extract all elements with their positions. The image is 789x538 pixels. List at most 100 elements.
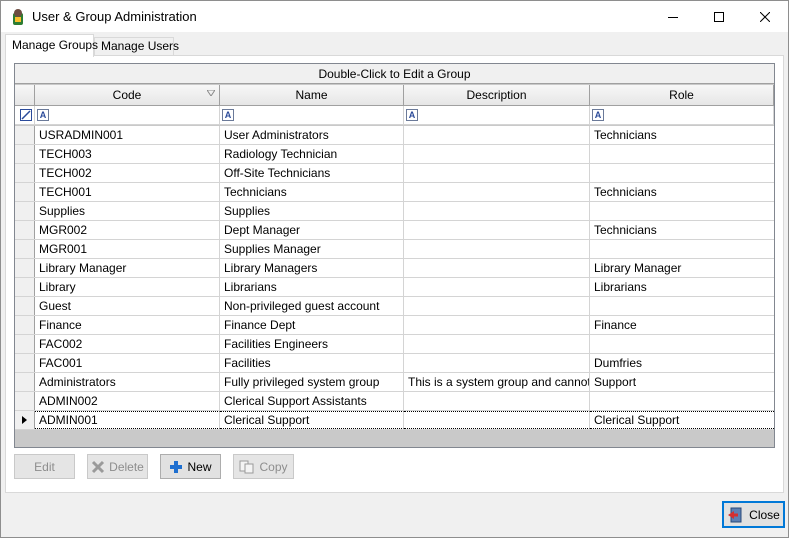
- table-row[interactable]: FAC001 Facilities Dumfries: [15, 354, 774, 373]
- cell-name[interactable]: Library Managers: [220, 259, 404, 277]
- cell-code[interactable]: FAC001: [35, 354, 220, 372]
- table-row[interactable]: TECH001 Technicians Technicians: [15, 183, 774, 202]
- row-selector[interactable]: [15, 335, 35, 353]
- table-row[interactable]: MGR002 Dept Manager Technicians: [15, 221, 774, 240]
- title-bar[interactable]: User & Group Administration: [1, 1, 788, 32]
- cell-code[interactable]: TECH001: [35, 183, 220, 201]
- row-selector[interactable]: [15, 411, 35, 429]
- cell-description[interactable]: [404, 354, 590, 372]
- text-filter-icon[interactable]: A: [37, 109, 49, 121]
- cell-description[interactable]: [404, 278, 590, 296]
- cell-description[interactable]: [404, 297, 590, 315]
- cell-name[interactable]: Librarians: [220, 278, 404, 296]
- cell-role[interactable]: Library Manager: [590, 259, 774, 277]
- cell-role[interactable]: [590, 202, 774, 220]
- cell-name[interactable]: Finance Dept: [220, 316, 404, 334]
- cell-code[interactable]: TECH003: [35, 145, 220, 163]
- cell-code[interactable]: Finance: [35, 316, 220, 334]
- cell-description[interactable]: [404, 164, 590, 182]
- tab-manage-groups[interactable]: Manage Groups: [5, 34, 98, 57]
- cell-description[interactable]: [404, 221, 590, 239]
- close-button[interactable]: Close: [722, 501, 785, 528]
- row-selector[interactable]: [15, 164, 35, 182]
- cell-name[interactable]: Clerical Support: [220, 411, 404, 429]
- edit-button[interactable]: Edit: [14, 454, 75, 479]
- cell-name[interactable]: Supplies Manager: [220, 240, 404, 258]
- cell-role[interactable]: Finance: [590, 316, 774, 334]
- text-filter-icon[interactable]: A: [592, 109, 604, 121]
- cell-description[interactable]: [404, 183, 590, 201]
- cell-role[interactable]: [590, 297, 774, 315]
- row-selector[interactable]: [15, 354, 35, 372]
- cell-description[interactable]: [404, 126, 590, 144]
- cell-code[interactable]: ADMIN001: [35, 411, 220, 429]
- cell-code[interactable]: FAC002: [35, 335, 220, 353]
- row-selector[interactable]: [15, 392, 35, 410]
- cell-name[interactable]: Facilities Engineers: [220, 335, 404, 353]
- column-header-description[interactable]: Description: [404, 85, 590, 106]
- cell-role[interactable]: [590, 145, 774, 163]
- table-row[interactable]: Guest Non-privileged guest account: [15, 297, 774, 316]
- cell-description[interactable]: [404, 411, 590, 429]
- table-row[interactable]: ADMIN002 Clerical Support Assistants: [15, 392, 774, 411]
- cell-role[interactable]: Technicians: [590, 126, 774, 144]
- cell-code[interactable]: MGR001: [35, 240, 220, 258]
- table-row[interactable]: FAC002 Facilities Engineers: [15, 335, 774, 354]
- table-row[interactable]: TECH002 Off-Site Technicians: [15, 164, 774, 183]
- cell-name[interactable]: Dept Manager: [220, 221, 404, 239]
- table-row[interactable]: Supplies Supplies: [15, 202, 774, 221]
- table-row[interactable]: MGR001 Supplies Manager: [15, 240, 774, 259]
- cell-description[interactable]: [404, 316, 590, 334]
- filter-cell-description[interactable]: A: [404, 106, 590, 124]
- cell-name[interactable]: User Administrators: [220, 126, 404, 144]
- cell-role[interactable]: Clerical Support: [590, 411, 774, 429]
- cell-role[interactable]: Librarians: [590, 278, 774, 296]
- cell-name[interactable]: Radiology Technician: [220, 145, 404, 163]
- row-selector[interactable]: [15, 202, 35, 220]
- filter-cell-code[interactable]: A: [35, 106, 220, 124]
- cell-role[interactable]: Technicians: [590, 183, 774, 201]
- table-row[interactable]: TECH003 Radiology Technician: [15, 145, 774, 164]
- row-selector[interactable]: [15, 240, 35, 258]
- window-close-button[interactable]: [742, 1, 788, 32]
- cell-name[interactable]: Supplies: [220, 202, 404, 220]
- filter-cell-name[interactable]: A: [220, 106, 404, 124]
- text-filter-icon[interactable]: A: [222, 109, 234, 121]
- row-selector[interactable]: [15, 373, 35, 391]
- cell-description[interactable]: [404, 392, 590, 410]
- table-row[interactable]: Library Manager Library Managers Library M…: [15, 259, 774, 278]
- text-filter-icon[interactable]: A: [406, 109, 418, 121]
- column-header-role[interactable]: Role: [590, 85, 774, 106]
- minimize-button[interactable]: [650, 1, 696, 32]
- cell-name[interactable]: Fully privileged system group: [220, 373, 404, 391]
- maximize-button[interactable]: [696, 1, 742, 32]
- cell-role[interactable]: [590, 164, 774, 182]
- row-selector[interactable]: [15, 278, 35, 296]
- table-row[interactable]: Library Librarians Librarians: [15, 278, 774, 297]
- column-header-code[interactable]: Code: [35, 85, 220, 106]
- cell-code[interactable]: Administrators: [35, 373, 220, 391]
- cell-code[interactable]: ADMIN002: [35, 392, 220, 410]
- cell-name[interactable]: Off-Site Technicians: [220, 164, 404, 182]
- groups-grid[interactable]: Double-Click to Edit a Group Code Name D…: [14, 63, 775, 448]
- cell-code[interactable]: TECH002: [35, 164, 220, 182]
- copy-button[interactable]: Copy: [233, 454, 294, 479]
- delete-button[interactable]: Delete: [87, 454, 148, 479]
- tab-manage-users[interactable]: Manage Users: [94, 37, 179, 56]
- cell-role[interactable]: Dumfries: [590, 354, 774, 372]
- cell-description[interactable]: [404, 335, 590, 353]
- table-row[interactable]: USRADMIN001 User Administrators Technician…: [15, 126, 774, 145]
- column-header-name[interactable]: Name: [220, 85, 404, 106]
- row-selector[interactable]: [15, 259, 35, 277]
- cell-role[interactable]: Support: [590, 373, 774, 391]
- row-selector[interactable]: [15, 316, 35, 334]
- table-row[interactable]: Finance Finance Dept Finance: [15, 316, 774, 335]
- cell-code[interactable]: USRADMIN001: [35, 126, 220, 144]
- cell-code[interactable]: Guest: [35, 297, 220, 315]
- cell-role[interactable]: [590, 335, 774, 353]
- cell-code[interactable]: MGR002: [35, 221, 220, 239]
- cell-role[interactable]: [590, 240, 774, 258]
- cell-role[interactable]: [590, 392, 774, 410]
- cell-description[interactable]: [404, 259, 590, 277]
- cell-description[interactable]: [404, 202, 590, 220]
